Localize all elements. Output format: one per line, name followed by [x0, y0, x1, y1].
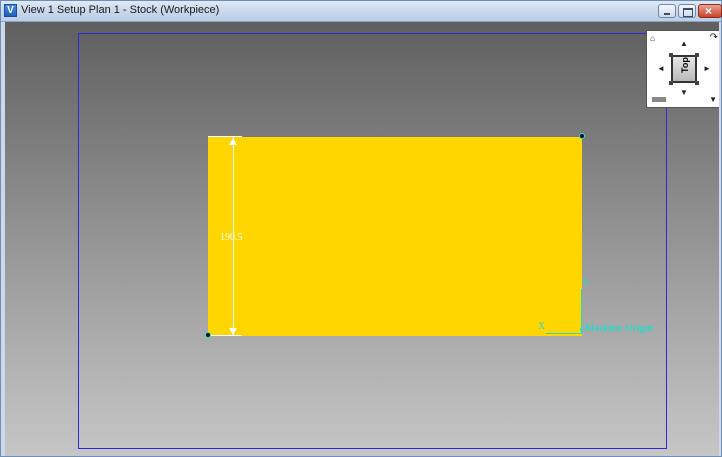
dimension-extension-bottom: [208, 335, 242, 336]
minimize-button[interactable]: [658, 4, 676, 18]
view-cube-face[interactable]: Top: [671, 55, 697, 83]
axis-x-line: [546, 333, 582, 334]
dimension-arrow-bottom: [229, 328, 237, 335]
graphics-viewport[interactable]: 190.5 Y X Machine Origin ⌂ ↷ ▲ ▼ ◄ ► Top…: [5, 22, 719, 456]
stock-corner-handle-bottom-left[interactable]: [205, 332, 211, 338]
window-title: View 1 Setup Plan 1 - Stock (Workpiece): [21, 4, 220, 16]
close-button[interactable]: ×: [698, 4, 722, 18]
arrow-right-icon[interactable]: ►: [703, 65, 711, 73]
stock-corner-handle-top-right[interactable]: [579, 133, 585, 139]
maximize-button[interactable]: [678, 4, 696, 18]
dimension-value: 190.5: [220, 232, 243, 243]
cube-corner-handle[interactable]: [669, 53, 673, 57]
minimize-icon: [664, 13, 670, 15]
close-icon: ×: [705, 4, 713, 18]
view-cube-options-bar[interactable]: [652, 97, 666, 102]
arrow-down-icon[interactable]: ▼: [680, 89, 688, 97]
axis-y-label: Y: [582, 278, 590, 289]
axis-x-label: X: [538, 321, 546, 332]
rotate-view-icon[interactable]: ↷: [710, 32, 718, 43]
dimension-arrow-top: [229, 138, 237, 145]
arrow-left-icon[interactable]: ◄: [657, 65, 665, 73]
stock-workpiece[interactable]: [208, 137, 582, 336]
view-cube[interactable]: ⌂ ↷ ▲ ▼ ◄ ► Top ▼: [646, 30, 719, 108]
cube-corner-handle[interactable]: [695, 53, 699, 57]
home-icon[interactable]: ⌂: [650, 34, 655, 43]
dimension-extension-top: [208, 136, 242, 137]
view-cube-face-label: Top: [680, 57, 690, 73]
view-cube-menu-icon[interactable]: ▼: [709, 95, 717, 104]
maximize-icon: [683, 8, 693, 17]
cube-corner-handle[interactable]: [669, 81, 673, 85]
app-view-icon: V: [4, 4, 17, 17]
cube-corner-handle[interactable]: [695, 81, 699, 85]
arrow-up-icon[interactable]: ▲: [680, 40, 688, 48]
machine-origin-label: Machine Origin: [585, 323, 654, 334]
title-bar[interactable]: V View 1 Setup Plan 1 - Stock (Workpiece…: [1, 1, 722, 22]
cad-view-window: V View 1 Setup Plan 1 - Stock (Workpiece…: [0, 0, 722, 457]
